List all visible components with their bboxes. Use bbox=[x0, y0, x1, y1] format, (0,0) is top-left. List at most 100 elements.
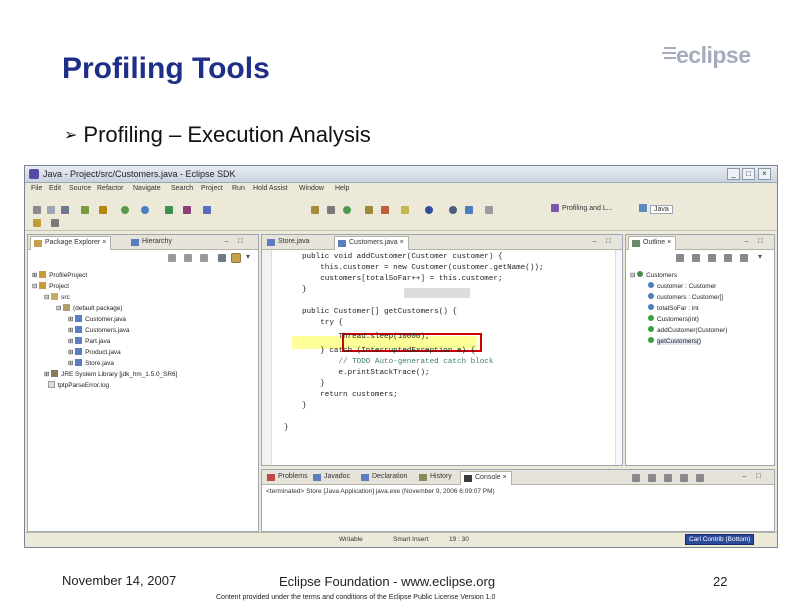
code-line[interactable]: try { bbox=[302, 319, 343, 327]
new-class-icon[interactable] bbox=[203, 206, 211, 214]
debug-icon[interactable] bbox=[81, 206, 89, 214]
external-tools-icon[interactable] bbox=[141, 206, 149, 214]
tab-console[interactable]: Console × bbox=[460, 471, 512, 485]
menu-source[interactable]: Source bbox=[69, 185, 91, 192]
minimize-view-icon[interactable]: − bbox=[224, 237, 229, 246]
print-icon[interactable] bbox=[61, 206, 69, 214]
new-java-project-icon[interactable] bbox=[165, 206, 173, 214]
hide-local-types-icon[interactable] bbox=[740, 254, 748, 262]
outline-item[interactable]: totalSoFar : int bbox=[648, 304, 699, 312]
up-nav-icon[interactable] bbox=[200, 254, 208, 262]
minimize-button[interactable]: _ bbox=[727, 168, 740, 180]
code-line[interactable]: customers[totalSoFar++] = this.customer; bbox=[302, 275, 502, 283]
highlight-icon[interactable] bbox=[425, 206, 433, 214]
tab-outline[interactable]: Outline × bbox=[628, 236, 677, 250]
tab-package-explorer[interactable]: Package Explorer × bbox=[30, 236, 112, 250]
hide-fields-icon[interactable] bbox=[692, 254, 700, 262]
tab-hierarchy[interactable]: Hierarchy bbox=[128, 236, 176, 250]
menu-run[interactable]: Run bbox=[232, 185, 245, 192]
collapse-all-icon[interactable] bbox=[218, 254, 226, 262]
forward-nav-icon[interactable] bbox=[184, 254, 192, 262]
tree-item[interactable]: ⊟ src bbox=[44, 293, 70, 301]
perspective-java[interactable]: Java bbox=[650, 205, 673, 214]
maximize-outline-icon[interactable]: □ bbox=[758, 236, 763, 245]
display-console-icon[interactable] bbox=[680, 474, 688, 482]
tab-store-java[interactable]: Store.java bbox=[264, 236, 314, 250]
outline-item[interactable]: getCustomers() bbox=[648, 337, 702, 345]
menu-hold-assist[interactable]: Hold Assist bbox=[253, 185, 288, 192]
tab-problems[interactable]: Problems bbox=[264, 471, 312, 485]
clear-console-icon[interactable] bbox=[632, 474, 640, 482]
code-line[interactable]: // TODO Auto-generated catch block bbox=[302, 358, 493, 366]
outline-item[interactable]: ⊟ Customers bbox=[630, 271, 677, 279]
scroll-lock-icon[interactable] bbox=[648, 474, 656, 482]
tree-item[interactable]: ⊟ (default package) bbox=[56, 304, 123, 312]
sort-icon[interactable] bbox=[676, 254, 684, 262]
refresh-icon[interactable] bbox=[343, 206, 351, 214]
minimize-outline-icon[interactable]: − bbox=[744, 237, 749, 246]
open-task-icon[interactable] bbox=[311, 206, 319, 214]
code-line[interactable]: public void addCustomer(Customer custome… bbox=[302, 253, 503, 261]
code-line[interactable]: return customers; bbox=[302, 391, 397, 399]
outline-item[interactable]: customer : Customer bbox=[648, 282, 716, 290]
outline-item[interactable]: addCustomer(Customer) bbox=[648, 326, 727, 334]
profiling-perspective-icon[interactable] bbox=[551, 204, 559, 212]
maximize-button[interactable]: □ bbox=[742, 168, 755, 180]
minimize-console-icon[interactable]: − bbox=[742, 472, 747, 481]
code-line[interactable]: public Customer[] getCustomers() { bbox=[302, 308, 457, 316]
run-icon[interactable] bbox=[121, 206, 129, 214]
pin-icon[interactable] bbox=[381, 206, 389, 214]
minimize-editor-icon[interactable]: − bbox=[592, 237, 597, 246]
outline-menu-icon[interactable]: ▾ bbox=[758, 252, 762, 261]
code-line[interactable]: } bbox=[284, 424, 289, 432]
hide-static-icon[interactable] bbox=[708, 254, 716, 262]
tree-item[interactable]: ⊞ Store.java bbox=[68, 359, 114, 367]
code-line[interactable]: } catch (InterruptedException e) { bbox=[302, 347, 475, 355]
code-line[interactable]: } bbox=[302, 380, 325, 388]
maximize-view-icon[interactable]: □ bbox=[238, 236, 243, 245]
tab-customers-java[interactable]: Customers.java × bbox=[334, 236, 409, 250]
tree-item[interactable]: ⊞ Part.java bbox=[68, 337, 110, 345]
java-perspective-icon[interactable] bbox=[639, 204, 647, 212]
code-line[interactable]: Thread.sleep(10000); bbox=[302, 333, 429, 341]
tree-item[interactable]: ⊞ ProfileProject bbox=[32, 271, 87, 279]
tab-javadoc[interactable]: Javadoc bbox=[310, 471, 354, 485]
menu-project[interactable]: Project bbox=[201, 185, 223, 192]
tab-history[interactable]: History bbox=[416, 471, 456, 485]
code-line[interactable]: this.customer = new Customer(customer.ge… bbox=[302, 264, 543, 272]
open-resource-icon[interactable] bbox=[327, 206, 335, 214]
outline-item[interactable]: customers : Customer[] bbox=[648, 293, 723, 301]
tree-item[interactable]: ⊟ Project bbox=[32, 282, 69, 290]
menu-navigate[interactable]: Navigate bbox=[133, 185, 161, 192]
maximize-editor-icon[interactable]: □ bbox=[606, 236, 611, 245]
view-menu-icon[interactable]: ▾ bbox=[246, 252, 250, 261]
tree-item[interactable]: ⊞ Product.java bbox=[68, 348, 121, 356]
forward-icon[interactable] bbox=[485, 206, 493, 214]
code-line[interactable]: } bbox=[302, 286, 307, 294]
tree-item[interactable]: ⊞ Customers.java bbox=[68, 326, 130, 334]
new-package-icon[interactable] bbox=[183, 206, 191, 214]
edit-icon[interactable] bbox=[365, 206, 373, 214]
menu-window[interactable]: Window bbox=[299, 185, 324, 192]
tree-item[interactable]: tptpParseError.log bbox=[44, 381, 109, 389]
open-type-icon[interactable] bbox=[33, 219, 41, 227]
status-user-badge[interactable]: Carl Contrib (Bottom) bbox=[685, 534, 755, 545]
menu-refactor[interactable]: Refactor bbox=[97, 185, 123, 192]
search-icon[interactable] bbox=[51, 219, 59, 227]
back-icon[interactable] bbox=[465, 206, 473, 214]
link-editor-icon[interactable] bbox=[231, 253, 241, 263]
tree-item[interactable]: ⊞ Customer.java bbox=[68, 315, 126, 323]
save-icon[interactable] bbox=[47, 206, 55, 214]
new-icon[interactable] bbox=[33, 206, 41, 214]
code-line[interactable]: e.printStackTrace(); bbox=[302, 369, 429, 377]
menu-help[interactable]: Help bbox=[335, 185, 349, 192]
code-line[interactable]: } bbox=[302, 402, 307, 410]
profile-icon[interactable] bbox=[99, 206, 107, 214]
next-annotation-icon[interactable] bbox=[449, 206, 457, 214]
menu-search[interactable]: Search bbox=[171, 185, 193, 192]
pin-console-icon[interactable] bbox=[664, 474, 672, 482]
outline-item[interactable]: Customers(int) bbox=[648, 315, 699, 323]
back-nav-icon[interactable] bbox=[168, 254, 176, 262]
open-console-icon[interactable] bbox=[696, 474, 704, 482]
tree-item[interactable]: ⊞ JRE System Library [jdk_hm_1.5.0_SR6] bbox=[44, 370, 177, 378]
